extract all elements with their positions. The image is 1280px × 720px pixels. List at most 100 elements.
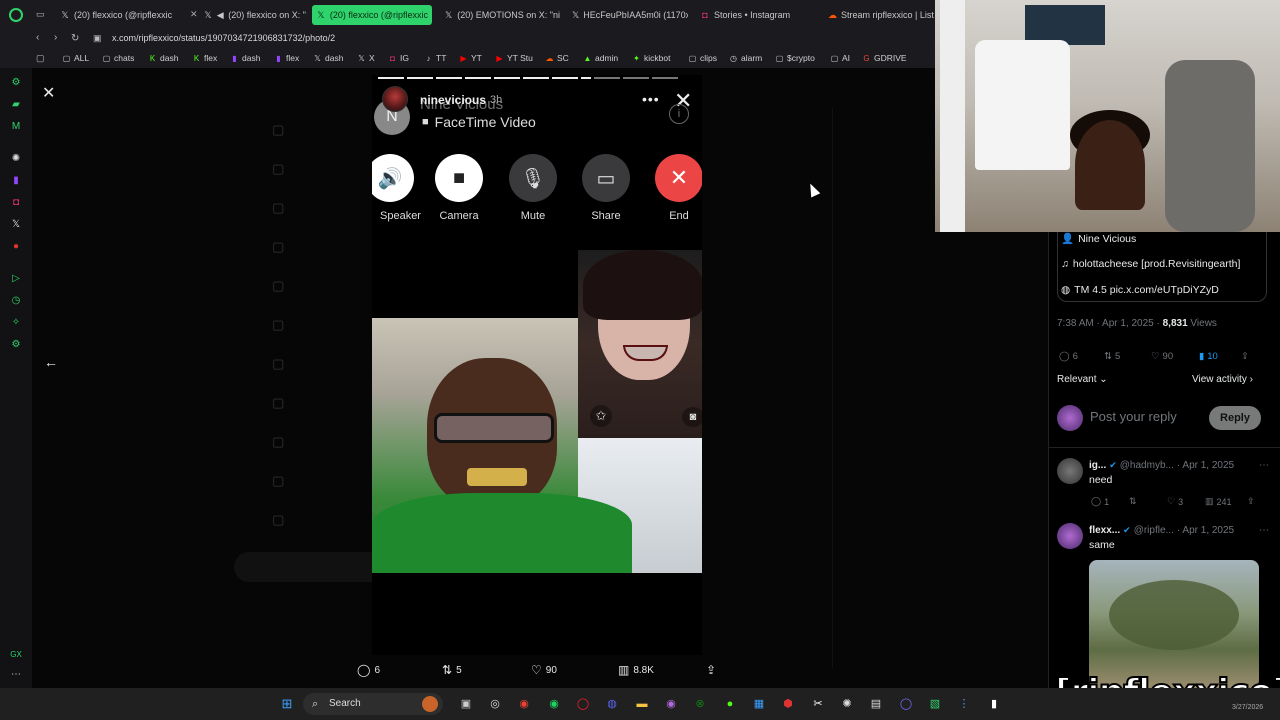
- reply-replies[interactable]: ◯ 1: [1091, 496, 1109, 507]
- bookmark-kickbot[interactable]: ✦ kickbot: [632, 53, 670, 63]
- gx-mods-icon[interactable]: M: [9, 120, 23, 134]
- tab-1[interactable]: 𝕏 (20) flexxico (@ripflexxic: [56, 5, 186, 25]
- gx-cleaner-icon[interactable]: ▰: [9, 98, 23, 112]
- story-user-avatar[interactable]: [382, 86, 408, 112]
- bookmark-admin[interactable]: ▲ admin: [583, 53, 619, 63]
- record-app-icon[interactable]: ⬢: [780, 696, 796, 712]
- bookmark-x[interactable]: 𝕏X: [357, 53, 374, 63]
- viewer-views-button[interactable]: ▥ 8.8K: [618, 663, 654, 677]
- widget-icon[interactable]: [422, 696, 438, 712]
- tweet-repost-button[interactable]: ⇅ 5: [1104, 351, 1120, 362]
- audio-app-icon[interactable]: ▮: [986, 696, 1002, 712]
- bookmark-dash-2[interactable]: ▮ dash: [230, 53, 260, 63]
- bookmark-flex[interactable]: Kflex: [192, 53, 217, 63]
- reply-like[interactable]: ♡ 3: [1167, 496, 1183, 507]
- tab-4[interactable]: 𝕏 (20) EMOTIONS on X: "ni: [440, 5, 564, 25]
- reply-more-icon[interactable]: ⋯: [1259, 460, 1269, 471]
- task-view-icon[interactable]: ▣: [458, 696, 474, 712]
- opera-gx-icon-2[interactable]: ◯: [898, 696, 914, 712]
- story-more-icon[interactable]: •••: [642, 91, 660, 107]
- url-field[interactable]: x.com/ripflexxico/status/190703472190683…: [112, 33, 335, 43]
- reply-more-icon[interactable]: ⋯: [1259, 525, 1269, 536]
- history-icon[interactable]: ◷: [9, 294, 23, 308]
- bookmark-tt[interactable]: ♪ TT: [424, 53, 447, 63]
- capcut-icon[interactable]: ✂: [810, 696, 826, 712]
- app-icon-2[interactable]: ▦: [751, 696, 767, 712]
- bookmark-ai[interactable]: ▢ AI: [830, 53, 850, 63]
- story-username[interactable]: ninevicious: [420, 93, 486, 107]
- back-icon[interactable]: ‹: [36, 32, 39, 43]
- app-icon-3[interactable]: ▤: [868, 696, 884, 712]
- sort-replies-dropdown[interactable]: Relevant ⌄: [1057, 374, 1108, 385]
- discord-icon[interactable]: ◍: [604, 696, 620, 712]
- x-logo-icon[interactable]: 𝕏: [9, 218, 23, 232]
- viewer-share-button[interactable]: ⇪: [706, 663, 716, 677]
- tab-6[interactable]: ◘ Stories • Instagram: [696, 5, 816, 25]
- windows-start-icon[interactable]: ⊞: [279, 696, 295, 712]
- forward-icon[interactable]: ›: [54, 32, 57, 43]
- tab-3-active[interactable]: 𝕏 (20) flexxico (@ripflexxic: [312, 5, 432, 25]
- bookmark-gdrive[interactable]: G GDRIVE: [862, 53, 906, 63]
- player-icon[interactable]: ▷: [9, 272, 23, 286]
- tweet-line[interactable]: ◍ TM 4.5 pic.x.com/eUTpDiYZyD: [1061, 284, 1219, 296]
- view-activity-link[interactable]: View activity ›: [1192, 374, 1253, 385]
- bookmark-dash[interactable]: Kdash: [148, 53, 179, 63]
- gx-control-icon[interactable]: ⚙: [9, 76, 23, 90]
- bookmark-sc[interactable]: ☁ SC: [545, 53, 569, 63]
- bookmark-yt-studio[interactable]: ▶ YT Stu: [495, 53, 532, 63]
- tweet-reply-button[interactable]: ◯ 6: [1059, 351, 1078, 362]
- reload-icon[interactable]: ↻: [71, 33, 79, 44]
- bookmark-flex-2[interactable]: ▮ flex: [274, 53, 299, 63]
- bookmark-crypto[interactable]: ▢ $crypto: [775, 53, 815, 63]
- spotify-icon[interactable]: ◉: [546, 696, 562, 712]
- bookmark-ig[interactable]: ◘ IG: [388, 53, 409, 63]
- tab-7[interactable]: ☁ Stream ripflexxico | Liste: [824, 5, 934, 25]
- bookmark-alarm[interactable]: ◷ alarm: [729, 53, 762, 63]
- viewer-like-button[interactable]: ♡ 90: [531, 663, 557, 677]
- bookmark-dash-3[interactable]: 𝕏dash: [313, 53, 343, 63]
- tab-close-icon[interactable]: ✕: [190, 9, 198, 20]
- grid-app-icon[interactable]: ⋮: [956, 696, 972, 712]
- opera-gx-taskbar-icon[interactable]: ◎: [487, 696, 503, 712]
- twitch-icon[interactable]: ▮: [9, 174, 23, 188]
- record-icon[interactable]: ●: [9, 240, 23, 254]
- reply-share[interactable]: ⇪: [1247, 496, 1255, 507]
- reply-button[interactable]: Reply: [1209, 406, 1261, 430]
- reply-repost[interactable]: ⇅: [1129, 496, 1137, 507]
- bookmark-yt[interactable]: ▶ YT: [459, 53, 481, 63]
- gx-corner-icon[interactable]: GX: [9, 648, 23, 662]
- previous-photo-icon[interactable]: ←: [44, 354, 58, 370]
- reply-views[interactable]: ▥ 241: [1205, 496, 1232, 507]
- settings-icon[interactable]: ⚙: [9, 338, 23, 352]
- bookmark-chats[interactable]: ▢ chats: [102, 53, 135, 63]
- bookmarks-folder-icon[interactable]: ▢: [36, 53, 45, 64]
- xbox-icon[interactable]: ⊗: [692, 696, 708, 712]
- more-icon[interactable]: ⋯: [9, 668, 23, 682]
- file-explorer-icon[interactable]: ▬: [634, 696, 650, 712]
- tab-2[interactable]: 𝕏 ◀ (20) flexxico on X: ": [200, 5, 310, 25]
- avatar[interactable]: [1057, 523, 1083, 549]
- chrome-icon[interactable]: ◉: [516, 696, 532, 712]
- tab-switcher-icon[interactable]: ▭: [36, 9, 45, 20]
- kick-app-icon[interactable]: ●: [722, 696, 738, 712]
- reply-image[interactable]: [1089, 560, 1259, 688]
- viewer-reply-button[interactable]: ◯ 6: [357, 663, 380, 677]
- tweet-bookmark-button[interactable]: ▮ 10: [1199, 351, 1218, 362]
- opera-gx-logo-icon[interactable]: [9, 8, 23, 22]
- chatgpt-icon[interactable]: ✺: [9, 152, 23, 166]
- reply-input[interactable]: Post your reply: [1090, 409, 1177, 424]
- app-icon[interactable]: ◉: [663, 696, 679, 712]
- viewer-repost-button[interactable]: ⇅ 5: [442, 663, 462, 677]
- app-icon-4[interactable]: ▧: [927, 696, 943, 712]
- bookmark-all[interactable]: ▢ ALL: [62, 53, 89, 63]
- bookmark-clips[interactable]: ▢ clips: [688, 53, 717, 63]
- instagram-icon[interactable]: ◘: [9, 196, 23, 210]
- close-viewer-icon[interactable]: ✕: [42, 83, 55, 103]
- tab-5[interactable]: 𝕏 HEcFeuPbIAA5m0i (1170x: [568, 5, 688, 25]
- extensions-icon[interactable]: ✧: [9, 316, 23, 330]
- tweet-share-button[interactable]: ⇪: [1241, 351, 1249, 362]
- chatgpt-taskbar-icon[interactable]: ✺: [839, 696, 855, 712]
- tweet-like-button[interactable]: ♡ 90: [1151, 351, 1173, 362]
- opera-icon[interactable]: ◯: [575, 696, 591, 712]
- avatar[interactable]: [1057, 458, 1083, 484]
